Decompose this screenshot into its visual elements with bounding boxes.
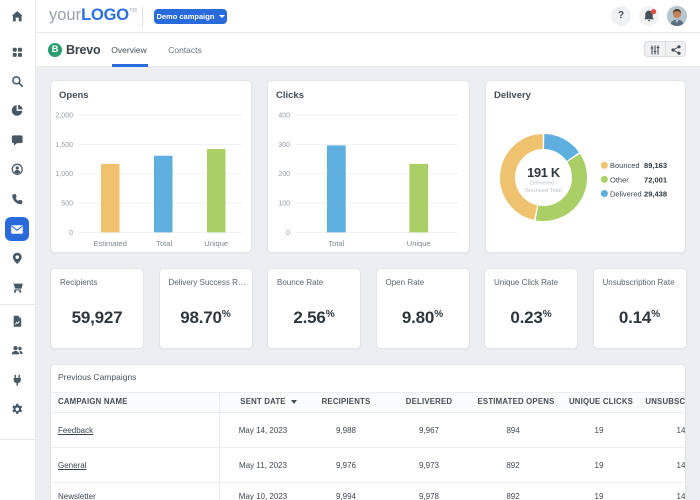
svg-text:0: 0	[286, 230, 290, 237]
svg-text:1,000: 1,000	[55, 171, 73, 178]
svg-text:400: 400	[278, 113, 290, 120]
svg-text:Bounced Total: Bounced Total	[525, 188, 562, 194]
svg-text:300: 300	[278, 142, 290, 149]
svg-text:Other: Other	[610, 175, 629, 184]
svg-text:89,163: 89,163	[644, 161, 667, 170]
svg-text:Total: Total	[156, 239, 172, 248]
svg-text:72,001: 72,001	[644, 175, 667, 184]
svg-text:29,438: 29,438	[644, 189, 667, 198]
svg-text:Total: Total	[328, 239, 344, 248]
svg-text:0: 0	[69, 230, 73, 237]
svg-text:2,000: 2,000	[55, 113, 73, 120]
svg-text:200: 200	[278, 171, 290, 178]
svg-text:Unique: Unique	[204, 239, 228, 248]
svg-text:500: 500	[61, 201, 73, 208]
svg-text:Estimated: Estimated	[94, 239, 127, 248]
svg-text:Unique: Unique	[407, 239, 431, 248]
svg-text:100: 100	[278, 201, 290, 208]
svg-text:1,500: 1,500	[55, 142, 73, 149]
svg-text:191 K: 191 K	[527, 165, 561, 180]
svg-text:Delivered: Delivered	[610, 189, 642, 198]
svg-text:Delivered /: Delivered /	[530, 181, 558, 187]
svg-text:Bounced: Bounced	[610, 161, 640, 170]
